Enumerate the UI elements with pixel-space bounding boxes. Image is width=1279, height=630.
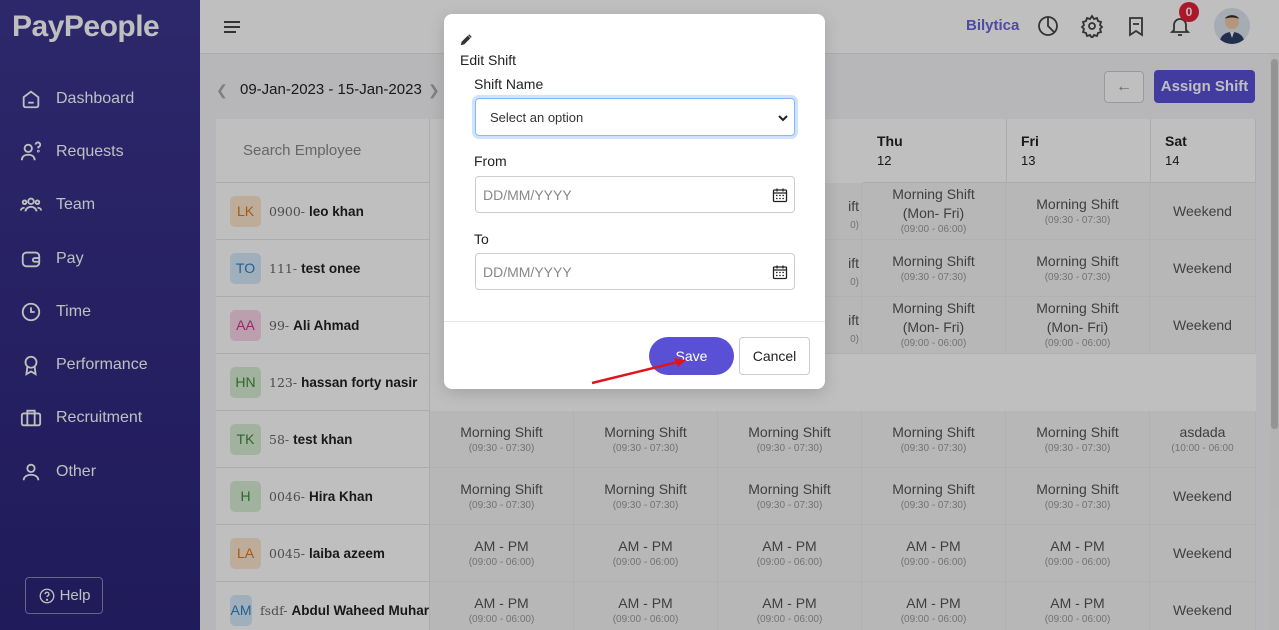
from-date-field[interactable]: DD/MM/YYYY: [475, 176, 795, 213]
calendar-icon[interactable]: [772, 264, 788, 280]
shift-select-value: Select an option: [490, 109, 584, 125]
to-date-field[interactable]: DD/MM/YYYY: [475, 253, 795, 290]
to-placeholder: DD/MM/YYYY: [483, 263, 572, 280]
modal-divider: [444, 321, 825, 322]
shift-name-select[interactable]: Select an option: [475, 98, 795, 136]
calendar-icon[interactable]: [772, 187, 788, 203]
from-label: From: [474, 153, 507, 169]
edit-shift-modal: Edit Shift Shift Name Select an option F…: [444, 14, 825, 389]
from-placeholder: DD/MM/YYYY: [483, 186, 572, 203]
chevron-down-icon: [778, 115, 788, 122]
shift-name-label: Shift Name: [474, 76, 544, 92]
cancel-button[interactable]: Cancel: [739, 337, 810, 375]
annotation-arrow: [591, 358, 686, 385]
modal-title: Edit Shift: [460, 52, 517, 68]
pencil-icon: [460, 34, 472, 46]
to-label: To: [474, 231, 489, 247]
